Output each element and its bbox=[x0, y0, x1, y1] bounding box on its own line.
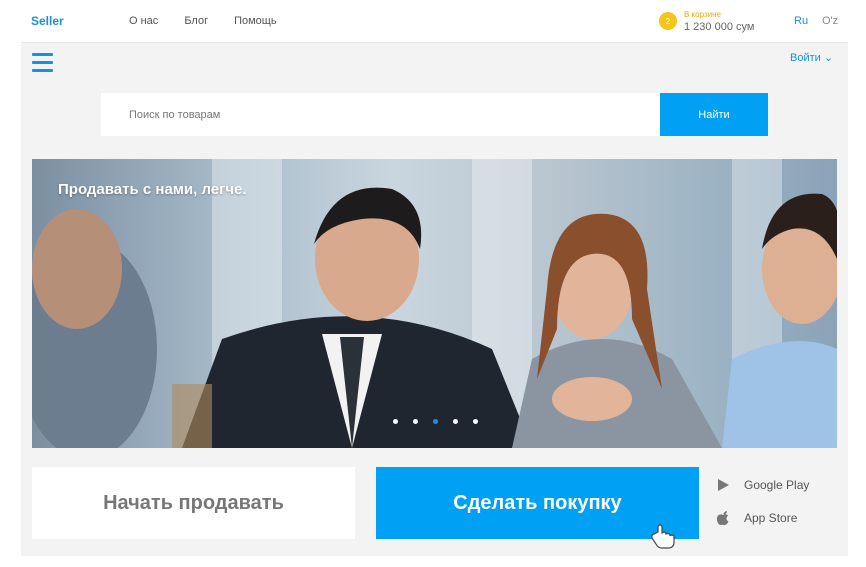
google-play-icon bbox=[718, 479, 729, 491]
google-play-link[interactable]: Google Play bbox=[716, 478, 809, 492]
main-nav: О нас Блог Помощь bbox=[129, 15, 277, 27]
hand-cursor-icon bbox=[651, 524, 675, 549]
nav-item-blog[interactable]: Блог bbox=[184, 15, 208, 27]
logo[interactable]: Seller bbox=[31, 14, 64, 28]
banner-title: Продавать с нами, легче. bbox=[58, 181, 247, 198]
carousel-dots bbox=[393, 419, 478, 424]
app-store-label: App Store bbox=[744, 511, 798, 525]
language-uz[interactable]: O'z bbox=[822, 15, 838, 27]
search-input[interactable] bbox=[101, 93, 660, 136]
carousel-dot-active[interactable] bbox=[433, 419, 438, 424]
cart-count-badge: 2 bbox=[659, 12, 677, 30]
cart-summary[interactable]: 2 В корзине 1 230 000 сум bbox=[659, 9, 754, 33]
apple-icon bbox=[716, 511, 729, 526]
carousel-dot[interactable] bbox=[393, 419, 398, 424]
carousel-dot[interactable] bbox=[453, 419, 458, 424]
cart-text: В корзине 1 230 000 сум bbox=[684, 9, 754, 33]
hamburger-menu-icon[interactable] bbox=[32, 53, 53, 72]
hero-banner: Продавать с нами, легче. bbox=[32, 159, 837, 448]
cart-amount: 1 230 000 сум bbox=[684, 21, 755, 33]
login-dropdown[interactable]: Войти ⌄ bbox=[790, 51, 833, 64]
top-header: Seller О нас Блог Помощь 2 В корзине 1 2… bbox=[21, 0, 848, 43]
nav-item-about[interactable]: О нас bbox=[129, 15, 158, 27]
nav-item-help[interactable]: Помощь bbox=[234, 15, 277, 27]
carousel-dot[interactable] bbox=[473, 419, 478, 424]
google-play-label: Google Play bbox=[744, 478, 810, 492]
search-button[interactable]: Найти bbox=[660, 93, 768, 136]
page-frame: Seller О нас Блог Помощь 2 В корзине 1 2… bbox=[21, 0, 848, 556]
banner-photo bbox=[32, 187, 837, 448]
cart-label: В корзине bbox=[684, 10, 721, 19]
carousel-dot[interactable] bbox=[413, 419, 418, 424]
language-ru[interactable]: Ru bbox=[794, 15, 808, 27]
start-selling-button[interactable]: Начать продавать bbox=[32, 467, 355, 539]
app-store-link[interactable]: App Store bbox=[716, 510, 797, 526]
